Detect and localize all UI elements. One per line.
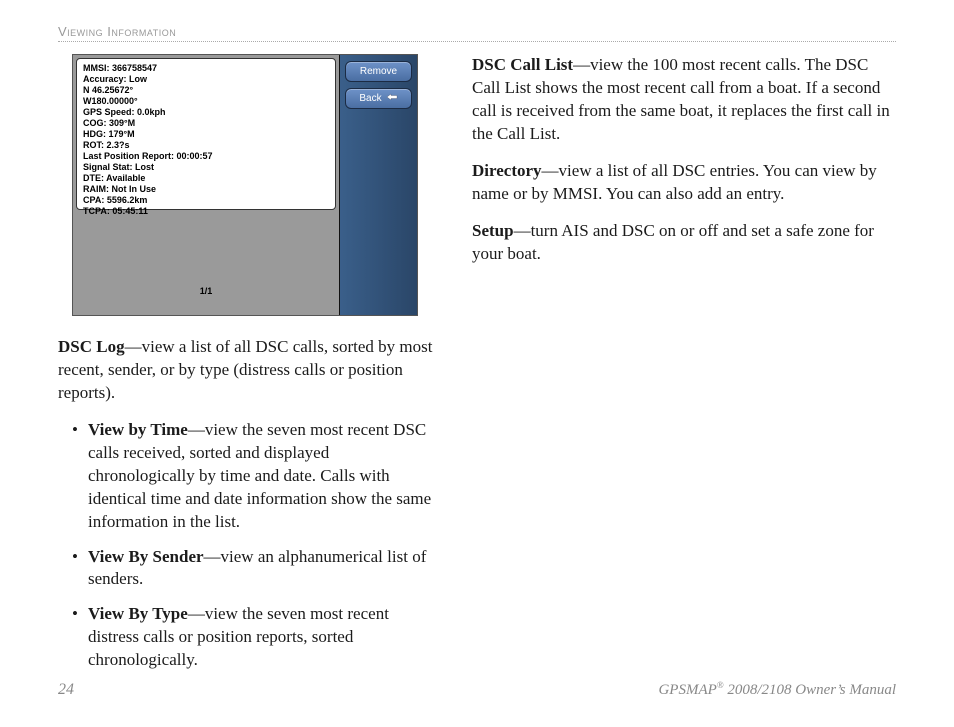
back-button-label: Back xyxy=(359,93,381,104)
paragraph-heading: Setup xyxy=(472,221,514,240)
paragraph-heading: DSC Call List xyxy=(472,55,573,74)
info-line: RAIM: Not In Use xyxy=(83,184,329,195)
list-item-heading: View By Type xyxy=(88,604,188,623)
info-line: Last Position Report: 00:00:57 xyxy=(83,151,329,162)
content-columns: MMSI: 366758547 Accuracy: Low N 46.25672… xyxy=(58,54,896,686)
info-line: HDG: 179°M xyxy=(83,129,329,140)
list-item: View By Type—view the seven most recent … xyxy=(88,603,436,672)
info-line: Signal Stat: Lost xyxy=(83,162,329,173)
info-line: N 46.25672° xyxy=(83,85,329,96)
list-item-heading: View by Time xyxy=(88,420,188,439)
paragraph-heading: Directory xyxy=(472,161,542,180)
right-column: DSC Call List—view the 100 most recent c… xyxy=(472,54,896,686)
page-footer: 24 GPSMAP® 2008/2108 Owner’s Manual xyxy=(58,680,896,699)
list-item: View by Time—view the seven most recent … xyxy=(88,419,436,534)
registered-icon: ® xyxy=(717,680,724,690)
info-line: MMSI: 366758547 xyxy=(83,63,329,74)
info-line: Accuracy: Low xyxy=(83,74,329,85)
info-line: COG: 309°M xyxy=(83,118,329,129)
info-line: TCPA: 05:45:11 xyxy=(83,206,329,217)
remove-button-label: Remove xyxy=(360,66,397,77)
directory-paragraph: Directory—view a list of all DSC entries… xyxy=(472,160,896,206)
product-name: GPSMAP xyxy=(658,682,716,698)
back-arrow-icon xyxy=(386,93,398,104)
left-column: MMSI: 366758547 Accuracy: Low N 46.25672… xyxy=(58,54,436,686)
info-line: ROT: 2.3?s xyxy=(83,140,329,151)
device-screenshot: MMSI: 366758547 Accuracy: Low N 46.25672… xyxy=(72,54,418,316)
info-line: W180.00000° xyxy=(83,96,329,107)
page-indicator: 1/1 xyxy=(77,286,335,297)
device-side-panel: Remove Back xyxy=(339,55,417,315)
info-line: GPS Speed: 0.0kph xyxy=(83,107,329,118)
info-panel: MMSI: 366758547 Accuracy: Low N 46.25672… xyxy=(76,58,336,210)
info-line: DTE: Available xyxy=(83,173,329,184)
paragraph-text: —turn AIS and DSC on or off and set a sa… xyxy=(472,221,874,263)
section-title: Viewing Information xyxy=(58,24,176,39)
list-item: View By Sender—view an alphanumerical li… xyxy=(88,546,436,592)
dsc-call-list-paragraph: DSC Call List—view the 100 most recent c… xyxy=(472,54,896,146)
page-number: 24 xyxy=(58,681,74,699)
view-options-list: View by Time—view the seven most recent … xyxy=(58,419,436,672)
back-button[interactable]: Back xyxy=(345,88,412,109)
setup-paragraph: Setup—turn AIS and DSC on or off and set… xyxy=(472,220,896,266)
book-title: GPSMAP® 2008/2108 Owner’s Manual xyxy=(658,680,896,699)
page-header: Viewing Information xyxy=(58,24,896,42)
remove-button[interactable]: Remove xyxy=(345,61,412,82)
device-main-panel: MMSI: 366758547 Accuracy: Low N 46.25672… xyxy=(73,55,339,315)
dsc-log-heading: DSC Log xyxy=(58,337,125,356)
dsc-log-paragraph: DSC Log—view a list of all DSC calls, so… xyxy=(58,336,436,405)
title-tail: 2008/2108 Owner’s Manual xyxy=(724,682,896,698)
list-item-heading: View By Sender xyxy=(88,547,204,566)
info-line: CPA: 5596.2km xyxy=(83,195,329,206)
